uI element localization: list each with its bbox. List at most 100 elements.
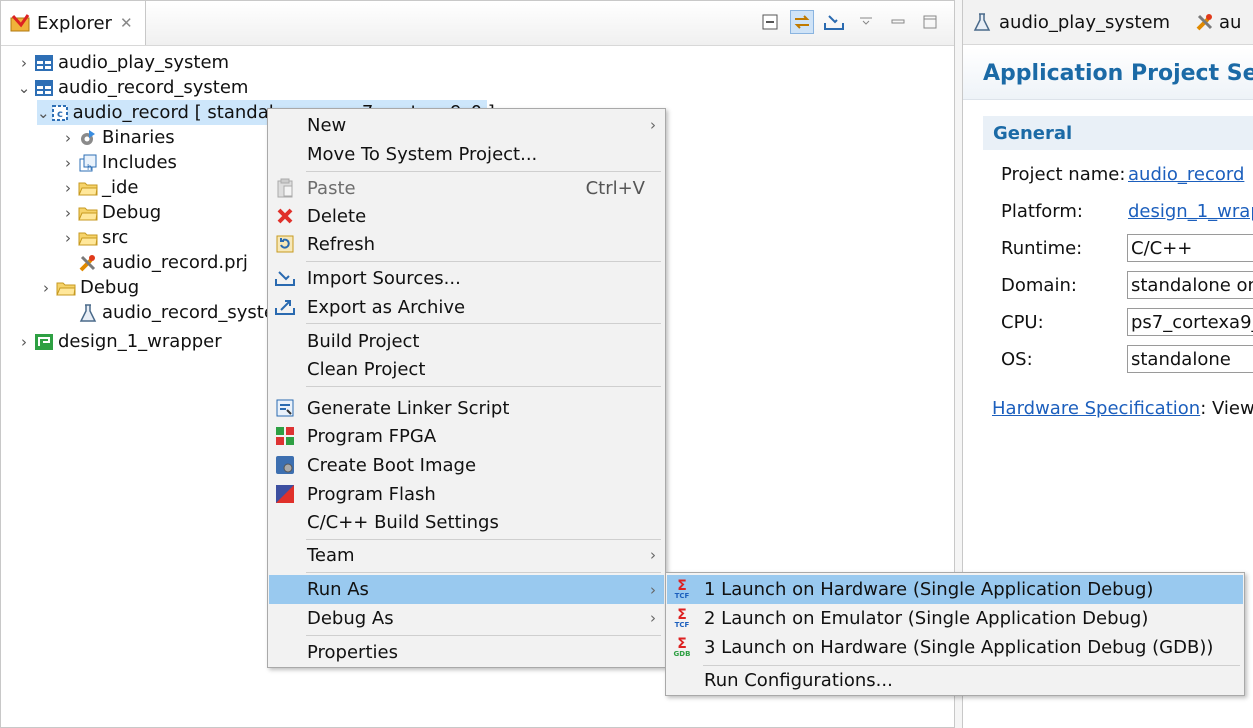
chevron-right-icon: › [650,116,656,134]
explorer-toolbar [758,10,942,34]
explorer-tab[interactable]: Explorer ✕ [1,1,146,45]
menu-item-properties[interactable]: Properties [269,638,664,666]
tree-item-label: Debug [102,202,162,223]
chevron-right-icon[interactable]: › [59,129,77,147]
menu-separator [306,323,661,324]
delete-icon [274,205,296,227]
menu-item-team[interactable]: Team › [269,541,664,569]
close-icon[interactable]: ✕ [120,14,133,32]
binaries-icon [77,127,99,149]
chevron-right-icon: › [650,546,656,564]
runtime-label: Runtime: [1001,237,1083,259]
menu-item-label: Delete [307,205,367,227]
menu-item-debug-as[interactable]: Debug As › [269,604,664,632]
submenu-item-label: 3 Launch on Hardware (Single Application… [704,637,1214,658]
tree-item[interactable]: › Debug [59,200,161,225]
menu-item-label: Refresh [307,233,375,255]
platform-link[interactable]: design_1_wrap [1128,201,1253,222]
chevron-right-icon[interactable]: › [15,333,33,351]
tree-item-label: audio_record.prj [102,252,248,273]
hardware-spec-link[interactable]: Hardware Specification [992,398,1200,419]
system-project-icon [33,52,55,74]
tree-item[interactable]: › src [59,225,128,250]
menu-item-new[interactable]: New › [269,111,664,139]
menu-item-delete[interactable]: Delete [269,202,664,230]
runtime-field[interactable]: C/C++ [1127,234,1253,262]
collapse-all-icon[interactable] [758,10,782,34]
tree-item[interactable]: › audio_play_system [15,50,229,75]
tree-item[interactable]: › _ide [59,175,139,200]
chevron-right-icon[interactable]: › [37,279,55,297]
export-icon [274,296,296,318]
menu-item-refresh[interactable]: Refresh [269,230,664,258]
menu-item-label: Import Sources... [307,267,461,289]
project-name-link[interactable]: audio_record [1128,164,1244,185]
section-general-header[interactable]: General [983,116,1253,150]
menu-item-import-sources[interactable]: Import Sources... [269,264,664,292]
platform-row: Platform: design_1_wrap [1001,196,1253,226]
tree-item[interactable]: › Binaries [59,125,175,150]
project-name-row: Project name: audio_record [1001,159,1244,189]
menu-item-program-fpga[interactable]: Program FPGA [269,422,664,450]
menu-item-create-boot-image[interactable]: Create Boot Image [269,451,664,479]
run-as-submenu: Σ TCF 1 Launch on Hardware (Single Appli… [665,572,1245,696]
menu-item-label: Move To System Project... [307,143,538,165]
menu-item-generate-linker-script[interactable]: Generate Linker Script [269,394,664,422]
view-menu-icon[interactable] [854,10,878,34]
chevron-right-icon[interactable]: › [59,179,77,197]
svg-text:h: h [87,163,92,172]
menu-separator [306,572,661,573]
cpu-label: CPU: [1001,311,1044,333]
runtime-row: Runtime: [1001,233,1128,263]
minimize-icon[interactable] [886,10,910,34]
menu-item-program-flash[interactable]: Program Flash [269,480,664,508]
chevron-down-icon[interactable]: ⌄ [37,104,50,122]
chevron-right-icon: › [650,580,656,599]
maximize-icon[interactable] [918,10,942,34]
tree-item[interactable]: › Debug [37,275,139,300]
chevron-right-icon[interactable]: › [15,54,33,72]
chevron-right-icon[interactable]: › [59,229,77,247]
menu-item-label: Properties [307,641,398,663]
submenu-item-run-configurations[interactable]: Run Configurations... [667,666,1243,695]
cpu-field[interactable]: ps7_cortexa9_( [1127,308,1253,336]
submenu-item-launch-on-hardware[interactable]: Σ TCF 1 Launch on Hardware (Single Appli… [667,575,1243,604]
menu-item-clean-project[interactable]: Clean Project [269,355,664,383]
chevron-down-icon[interactable]: ⌄ [15,79,33,97]
tab-audio-record[interactable]: au [1195,0,1241,44]
menu-item-export-as-archive[interactable]: Export as Archive [269,293,664,321]
folder-icon [77,177,99,199]
folder-icon [55,277,77,299]
domain-row: Domain: [1001,270,1128,300]
tree-item[interactable]: › design_1_wrapper [15,329,222,354]
application-project-icon: c [50,102,70,124]
menu-item-run-as[interactable]: Run As › [269,575,664,604]
platform-project-icon [33,331,55,353]
tab-audio-play-system[interactable]: audio_play_system [973,0,1170,44]
chevron-right-icon[interactable]: › [59,204,77,222]
paste-icon [274,177,296,199]
submenu-item-launch-on-emulator[interactable]: Σ TCF 2 Launch on Emulator (Single Appli… [667,604,1243,633]
submenu-item-launch-on-hardware-gdb[interactable]: Σ GDB 3 Launch on Hardware (Single Appli… [667,633,1243,662]
tree-item-label: audio_play_system [58,52,230,73]
import-icon[interactable] [822,10,846,34]
flask-icon [77,302,99,324]
tree-item[interactable]: audio_record.prj [59,250,248,275]
import-icon [274,267,296,289]
menu-item-build-project[interactable]: Build Project [269,327,664,355]
tree-item[interactable]: ⌄ audio_record_system [15,75,249,100]
os-field[interactable]: standalone [1127,345,1253,373]
menu-item-paste[interactable]: Paste Ctrl+V [269,174,664,202]
menu-item-move-to-system-project[interactable]: Move To System Project... [269,140,664,168]
menu-item-label: Build Project [307,330,420,352]
tree-item[interactable]: › h Includes [59,150,177,175]
source-folder-icon [77,227,99,249]
hardware-spec-row: Hardware Specification : View p [992,393,1253,423]
chevron-right-icon[interactable]: › [59,154,77,172]
menu-item-build-settings[interactable]: C/C++ Build Settings [269,508,664,536]
domain-field[interactable]: standalone on [1127,271,1253,299]
link-with-editor-icon[interactable] [790,10,814,34]
cpu-row: CPU: [1001,307,1128,337]
explorer-icon [10,14,30,32]
tree-item-label: design_1_wrapper [58,331,222,352]
